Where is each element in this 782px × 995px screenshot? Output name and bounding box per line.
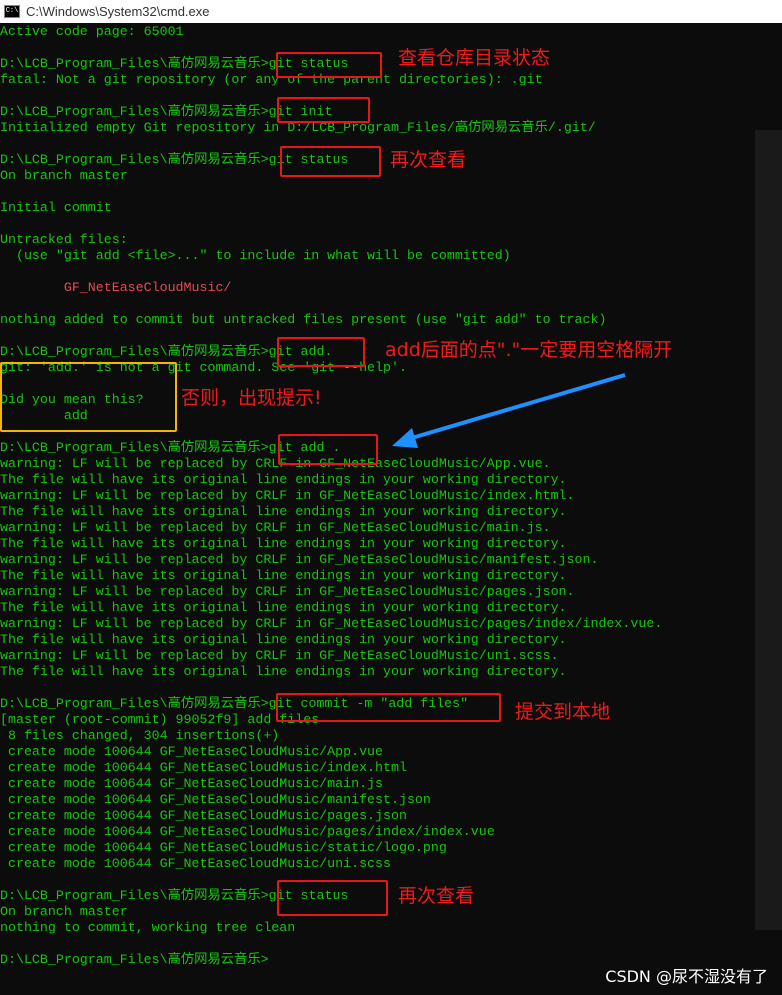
highlight-git-status-3 xyxy=(277,880,388,916)
arrow-icon xyxy=(392,373,626,448)
highlight-git-add-correct xyxy=(278,434,378,465)
note-check-again-2: 再次查看 xyxy=(398,885,475,907)
note-commit: 提交到本地 xyxy=(515,701,611,723)
highlight-git-commit xyxy=(276,693,501,722)
watermark: CSDN @尿不湿没有了 xyxy=(605,967,768,986)
